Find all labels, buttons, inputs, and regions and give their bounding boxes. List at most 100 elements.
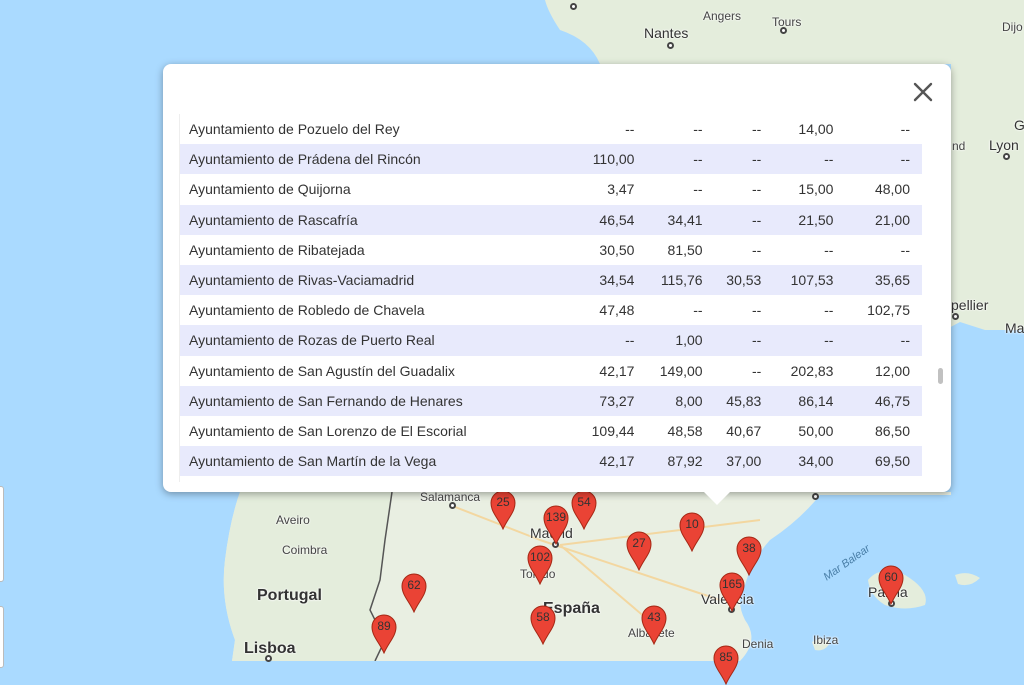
table-cell-value: 81,50 xyxy=(667,241,703,258)
table-cell-value: -- xyxy=(752,241,762,258)
city-label-aveiro: Aveiro xyxy=(276,513,310,527)
map-marker[interactable]: 38 xyxy=(736,536,762,576)
city-label-lyon: Lyon xyxy=(989,137,1019,153)
table-cell-value: 15,00 xyxy=(798,181,834,198)
table-cell-value: 109,44 xyxy=(591,422,635,439)
table-row: Ayuntamiento de San Agustín del Guadalix… xyxy=(180,356,922,386)
table-cell-value: 30,50 xyxy=(599,241,635,258)
table-cell-value: 50,00 xyxy=(798,422,834,439)
table-cell-value: 202,83 xyxy=(790,362,834,379)
table-cell-value: 21,50 xyxy=(773,204,854,235)
table-cell-value: 1,00 xyxy=(642,325,715,356)
table-cell-value: -- xyxy=(900,241,910,258)
map-marker[interactable]: 165 xyxy=(719,572,745,612)
municipality-name: Ayuntamiento de Pozuelo del Rey xyxy=(189,121,400,138)
municipality-name: Ayuntamiento de San Martín de la Vega xyxy=(180,446,573,477)
city-label-nantes: Nantes xyxy=(644,25,689,41)
table-cell-value: -- xyxy=(853,325,922,356)
table-row: Ayuntamiento de San Lorenzo de El Escori… xyxy=(180,416,922,446)
country-label-portugal: Portugal xyxy=(257,587,322,604)
map-marker[interactable]: 54 xyxy=(571,490,597,530)
table-cell-value: -- xyxy=(853,144,922,175)
table-cell-value: 47,48 xyxy=(599,302,635,319)
municipality-name: Ayuntamiento de Rascafría xyxy=(180,204,573,235)
municipality-name: Ayuntamiento de Robledo de Chavela xyxy=(189,302,425,319)
table-cell-value: 21,00 xyxy=(853,204,922,235)
table-cell-value: 87,92 xyxy=(642,446,715,477)
table-row: Ayuntamiento de Rascafría 46,54 34,41 -- 21,… xyxy=(180,204,922,235)
table-cell-value: -- xyxy=(714,144,774,175)
table-cell-value: 73,27 xyxy=(572,385,643,416)
table-cell-value: 107,53 xyxy=(773,264,854,296)
table-cell-value: 48,00 xyxy=(874,181,910,198)
table-cell-value: 86,50 xyxy=(874,422,910,439)
table-cell-value: 45,83 xyxy=(714,385,774,416)
table-cell-value: 86,14 xyxy=(773,385,854,416)
table-cell-value: -- xyxy=(752,181,762,198)
table-cell-value: 30,53 xyxy=(714,264,774,296)
table-cell-value: -- xyxy=(625,121,635,138)
city-dot xyxy=(952,313,959,320)
table-cell-value: -- xyxy=(714,204,774,235)
map-marker[interactable]: 10 xyxy=(679,512,705,552)
table-cell-value: 149,00 xyxy=(659,362,703,379)
table-row: Ayuntamiento de Rivas-Vaciamadrid 34,54 11… xyxy=(180,264,922,296)
map-control[interactable] xyxy=(0,486,4,582)
city-label-montpellier: pellier xyxy=(951,297,989,313)
table-row: Ayuntamiento de Ribatejada 30,50 81,50 -- --… xyxy=(180,235,922,265)
map-marker[interactable]: 27 xyxy=(626,531,652,571)
table-cell-value: 42,17 xyxy=(572,446,643,477)
map-marker[interactable]: 60 xyxy=(878,565,904,605)
table-cell-value: 8,00 xyxy=(642,385,715,416)
city-label-tours: Tours xyxy=(772,15,802,29)
data-table-container[interactable]: Ayuntamiento de Pozuelo del Rey -- -- -- 14,… xyxy=(179,114,922,482)
table-cell-value: 40,67 xyxy=(726,422,762,439)
popup-tail xyxy=(703,491,731,505)
table-cell-value: 46,54 xyxy=(572,204,643,235)
city-dot xyxy=(780,27,787,34)
table-cell-value: 34,41 xyxy=(642,204,715,235)
table-cell-value: 34,00 xyxy=(773,446,854,477)
map-marker[interactable]: 102 xyxy=(527,545,553,585)
map-control[interactable] xyxy=(0,606,4,668)
city-dot xyxy=(449,502,456,509)
table-cell-value: -- xyxy=(824,241,834,258)
table-cell-value: 46,75 xyxy=(853,385,922,416)
municipality-name: Ayuntamiento de Quijorna xyxy=(189,181,351,198)
scrollbar-thumb[interactable] xyxy=(938,368,943,384)
table-cell-value: 12,00 xyxy=(874,362,910,379)
city-label-coimbra: Coimbra xyxy=(282,543,328,557)
data-table: Ayuntamiento de Pozuelo del Rey -- -- -- 14,… xyxy=(180,114,922,477)
table-row: Ayuntamiento de Rozas de Puerto Real -- 1,… xyxy=(180,325,922,356)
city-label-denia: Denia xyxy=(742,637,774,651)
city-label-ibiza: Ibiza xyxy=(813,633,839,647)
table-cell-value: -- xyxy=(693,121,703,138)
table-cell-value: -- xyxy=(773,325,854,356)
city-label-angers: Angers xyxy=(703,9,742,23)
city-dot xyxy=(570,3,577,10)
table-cell-value: 35,65 xyxy=(853,264,922,296)
table-cell-value: 37,00 xyxy=(714,446,774,477)
table-row: Ayuntamiento de Prádena del Rincón 110,00… xyxy=(180,144,922,175)
table-row: Ayuntamiento de San Martín de la Vega 42,… xyxy=(180,446,922,477)
table-cell-value: 115,76 xyxy=(642,264,715,296)
map-marker[interactable]: 85 xyxy=(713,645,739,685)
table-cell-value: -- xyxy=(752,362,762,379)
table-cell-value: -- xyxy=(693,302,703,319)
city-dot xyxy=(667,42,674,49)
map-marker[interactable]: 139 xyxy=(543,505,569,545)
table-row: Ayuntamiento de Pozuelo del Rey -- -- -- 14,… xyxy=(180,114,922,144)
map-marker[interactable]: 43 xyxy=(641,605,667,645)
table-cell-value: 110,00 xyxy=(572,144,643,175)
table-cell-value: 34,54 xyxy=(572,264,643,296)
map-marker[interactable]: 62 xyxy=(401,573,427,613)
info-popup: Ayuntamiento de Pozuelo del Rey -- -- -- 14,… xyxy=(163,64,951,505)
map-marker[interactable]: 89 xyxy=(371,614,397,654)
close-icon[interactable] xyxy=(911,80,935,104)
municipality-name: Ayuntamiento de Prádena del Rincón xyxy=(180,144,573,175)
municipality-name: Ayuntamiento de San Agustín del Guadalix xyxy=(189,362,455,379)
map-marker[interactable]: 58 xyxy=(530,605,556,645)
map-marker[interactable]: 25 xyxy=(490,490,516,530)
table-cell-value: -- xyxy=(714,325,774,356)
table-cell-value: 14,00 xyxy=(798,121,834,138)
